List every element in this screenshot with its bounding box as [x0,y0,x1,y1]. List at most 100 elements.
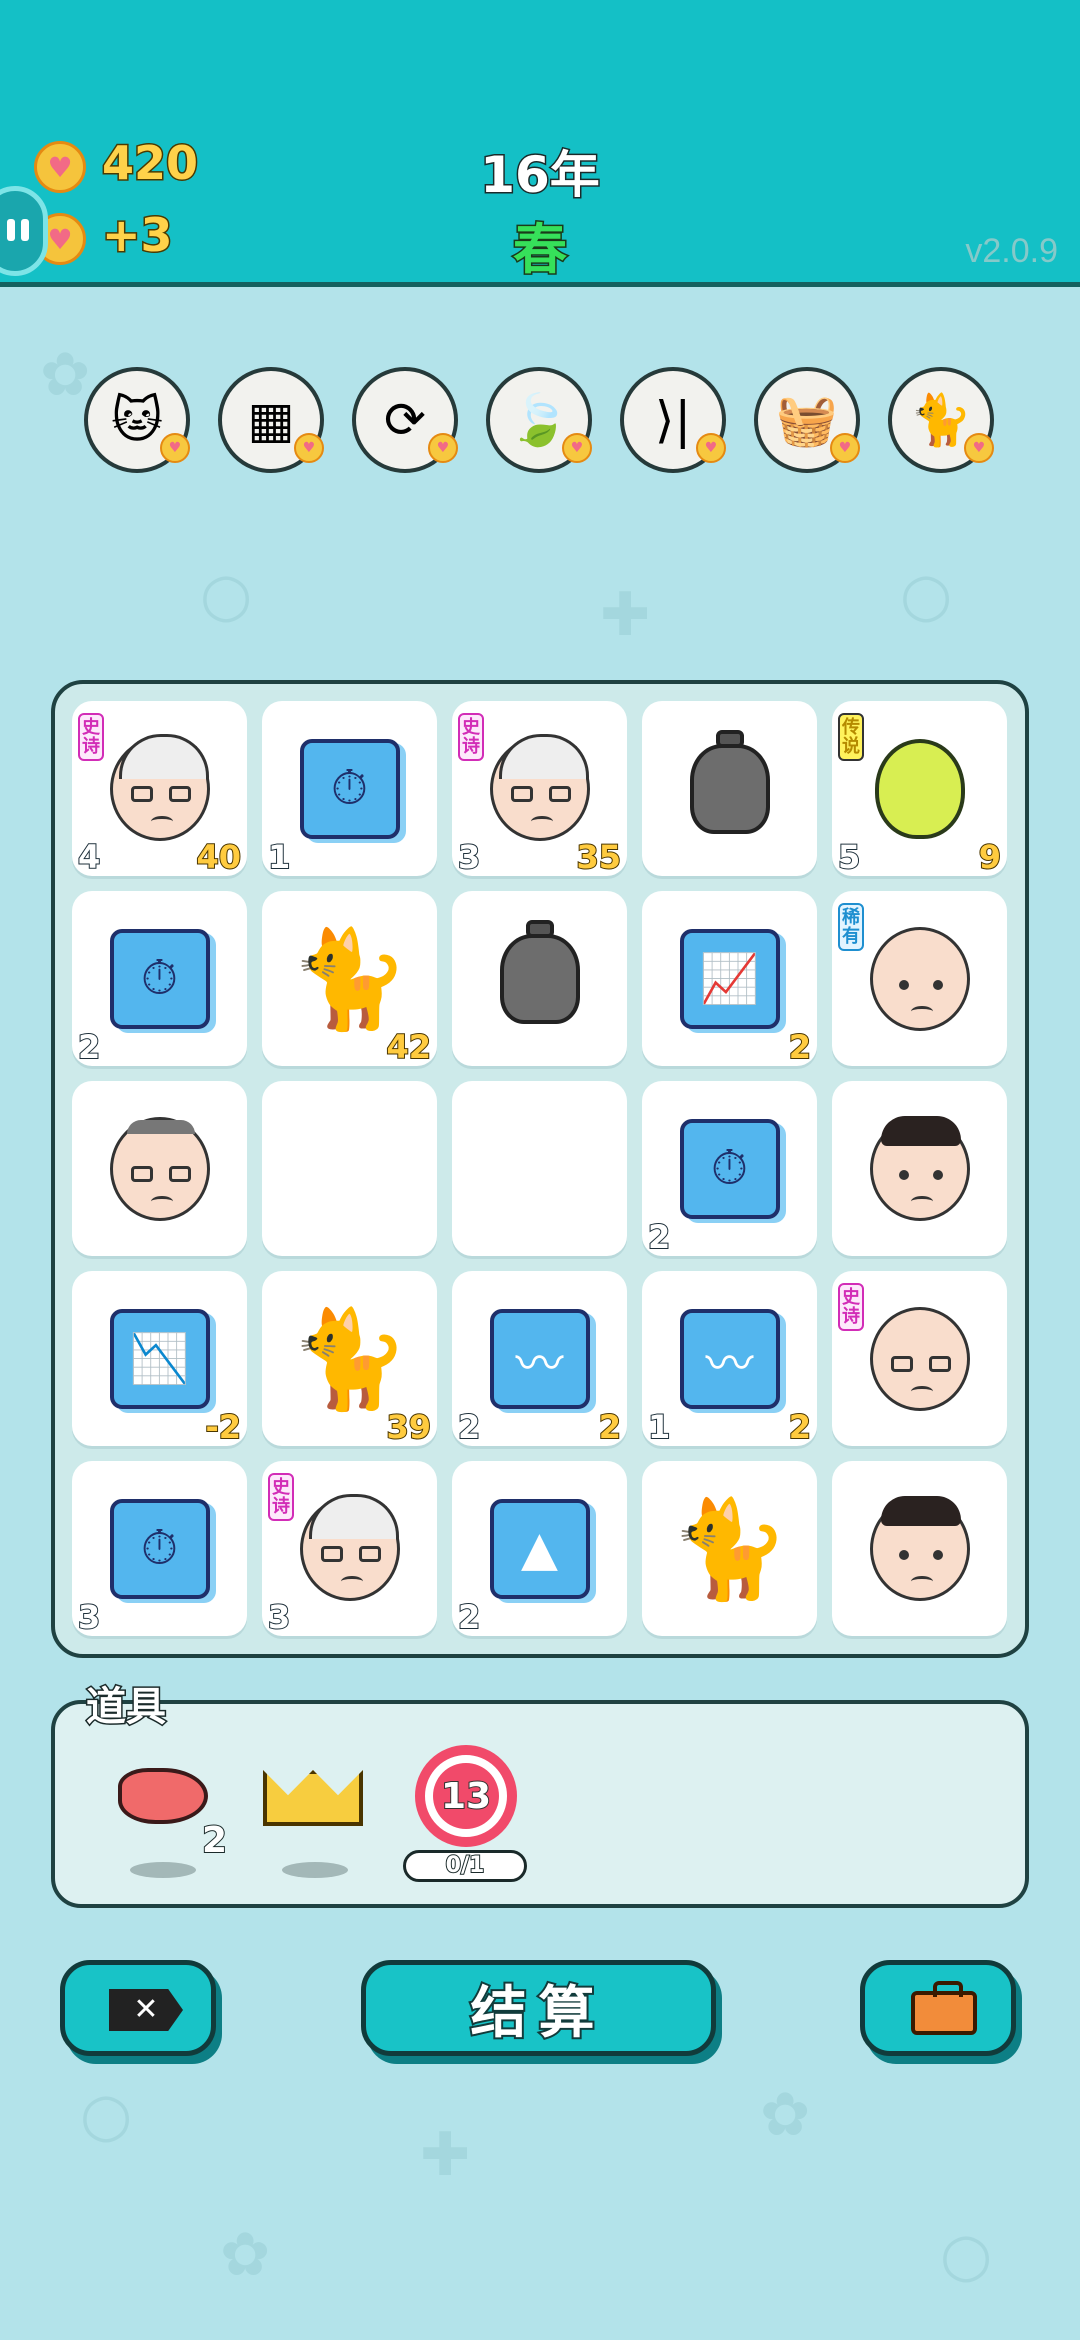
cell-counter: 3 [457,837,481,877]
cats-skill-button[interactable]: 🐱 ♥ [84,367,190,473]
cell-counter: 3 [77,1597,101,1637]
heart-coin-icon: ♥ [964,433,994,463]
board-cell[interactable]: 史诗 4 40 [72,701,247,877]
inventory-button[interactable] [860,1960,1016,2056]
version-label: v2.0.9 [965,232,1058,270]
board-cell[interactable]: 传说 5 9 [832,701,1007,877]
item-shadow [130,1862,196,1878]
close-icon: ✕ [109,1989,183,2031]
rarity-badge: 史诗 [458,713,484,761]
heart-coin-icon: ♥ [562,433,592,463]
board-cell[interactable]: 史诗 3 [262,1461,437,1637]
cell-counter: 1 [647,1407,671,1447]
board-cell[interactable]: 📉 -2 [72,1271,247,1447]
bg-pattern: ○ [940,2220,993,2290]
top-status-bar: ♥ 420 ♥ +3 16年 春 v2.0.9 [0,0,1080,287]
board-cell[interactable]: ⏱ 1 [262,701,437,877]
cell-value: 35 [575,837,622,877]
cell-value: 42 [385,1027,432,1067]
cell-value: 9 [978,837,1002,877]
cell-counter: 2 [457,1597,481,1637]
board-cell[interactable] [262,1081,437,1256]
board-cell[interactable] [72,1081,247,1256]
cell-value: 2 [598,1407,622,1447]
bg-pattern: ○ [80,2080,133,2150]
skip-skill-button[interactable]: ⟩| ♥ [620,367,726,473]
cell-value: 39 [385,1407,432,1447]
bg-pattern: ○ [900,560,953,630]
basket-icon: 🧺 [775,390,839,449]
leaf-icon: 🍃 [507,390,571,449]
blocks-icon: ▦ [247,391,295,449]
board-cell[interactable]: 〰 2 2 [452,1271,627,1447]
cell-value: -2 [204,1407,242,1447]
board-cell[interactable]: 🐈 [642,1461,817,1636]
villager-face-icon [832,1081,1007,1256]
board-cell[interactable]: 🐈 42 [262,891,437,1067]
cell-counter: 2 [647,1217,671,1257]
board-cell[interactable] [832,1081,1007,1256]
cell-counter: 5 [837,837,861,877]
cats-icon: 🐱 [110,391,164,449]
board-cell[interactable]: 〰 1 2 [642,1271,817,1447]
cat-icon: 🐈 [669,1492,790,1605]
heart-coin-icon: ♥ [830,433,860,463]
board-cell[interactable] [452,1081,627,1256]
board-cell[interactable]: ⏱ 2 [642,1081,817,1257]
board-cell[interactable]: ⏱ 2 [72,891,247,1067]
heart-coin-icon: ♥ [160,433,190,463]
game-board: 史诗 4 40 ⏱ 1 史诗 3 35 传说 5 9 ⏱ 2 🐈 42 📈 2 稀有 ⏱ 2 📉 -2 🐈 39 〰 2 2 〰 1 2 史… [51,680,1029,1658]
cell-counter: 3 [267,1597,291,1637]
cell-counter: 2 [457,1407,481,1447]
board-cell[interactable]: ▲ 2 [452,1461,627,1637]
refresh-skill-button[interactable]: ⟳ ♥ [352,367,458,473]
rarity-badge: 史诗 [838,1283,864,1331]
target-item-progress: 0/1 [403,1850,527,1882]
heart-coin-icon: ♥ [294,433,324,463]
board-cell[interactable] [642,701,817,876]
cell-counter: 1 [267,837,291,877]
items-label: 道具 [85,1683,168,1732]
board-cell[interactable] [832,1461,1007,1636]
board-cell[interactable]: 📈 2 [642,891,817,1067]
cell-value: 40 [195,837,242,877]
trash-bag-icon [642,701,817,876]
liver-item-icon[interactable] [118,1768,208,1824]
year-label: 16年 [479,145,602,206]
target-item-icon[interactable]: 13 [415,1745,517,1847]
settle-button[interactable]: 结算 [361,1960,716,2056]
board-cell[interactable]: 史诗 3 35 [452,701,627,877]
leaf-skill-button[interactable]: 🍃 ♥ [486,367,592,473]
board-cell[interactable]: 🐈 39 [262,1271,437,1447]
cell-counter: 4 [77,837,101,877]
trash-bag-icon [452,891,627,1066]
side-pull-tab[interactable] [0,186,48,276]
board-cell[interactable] [452,891,627,1066]
target-item-value: 13 [440,1775,492,1818]
rarity-badge: 稀有 [838,903,864,951]
board-cell[interactable]: 史诗 [832,1271,1007,1446]
cell-value: 2 [788,1027,812,1067]
villager-face-icon [832,1461,1007,1636]
board-cell[interactable]: 稀有 [832,891,1007,1066]
refresh-icon: ⟳ [384,391,426,449]
cat-head-icon: 🐈 [909,390,973,449]
bg-pattern: ○ [200,560,253,630]
cell-counter: 2 [77,1027,101,1067]
empty-slot [262,1081,437,1256]
briefcase-icon [911,1981,977,2035]
villager-face-icon [72,1081,247,1256]
cat-head-skill-button[interactable]: 🐈 ♥ [888,367,994,473]
bg-pattern: ✚ [420,2120,471,2190]
basket-skill-button[interactable]: 🧺 ♥ [754,367,860,473]
skip-icon: ⟩| [654,391,692,449]
bg-pattern: ✿ [220,2220,271,2290]
bg-pattern: ✚ [600,580,651,650]
item-shadow [282,1862,348,1878]
bg-pattern: ✿ [760,2080,811,2150]
close-button[interactable]: ✕ [60,1960,216,2056]
liver-item-count: 2 [201,1819,228,1862]
board-cell[interactable]: ⏱ 3 [72,1461,247,1637]
blocks-skill-button[interactable]: ▦ ♥ [218,367,324,473]
heart-coin-icon: ♥ [696,433,726,463]
